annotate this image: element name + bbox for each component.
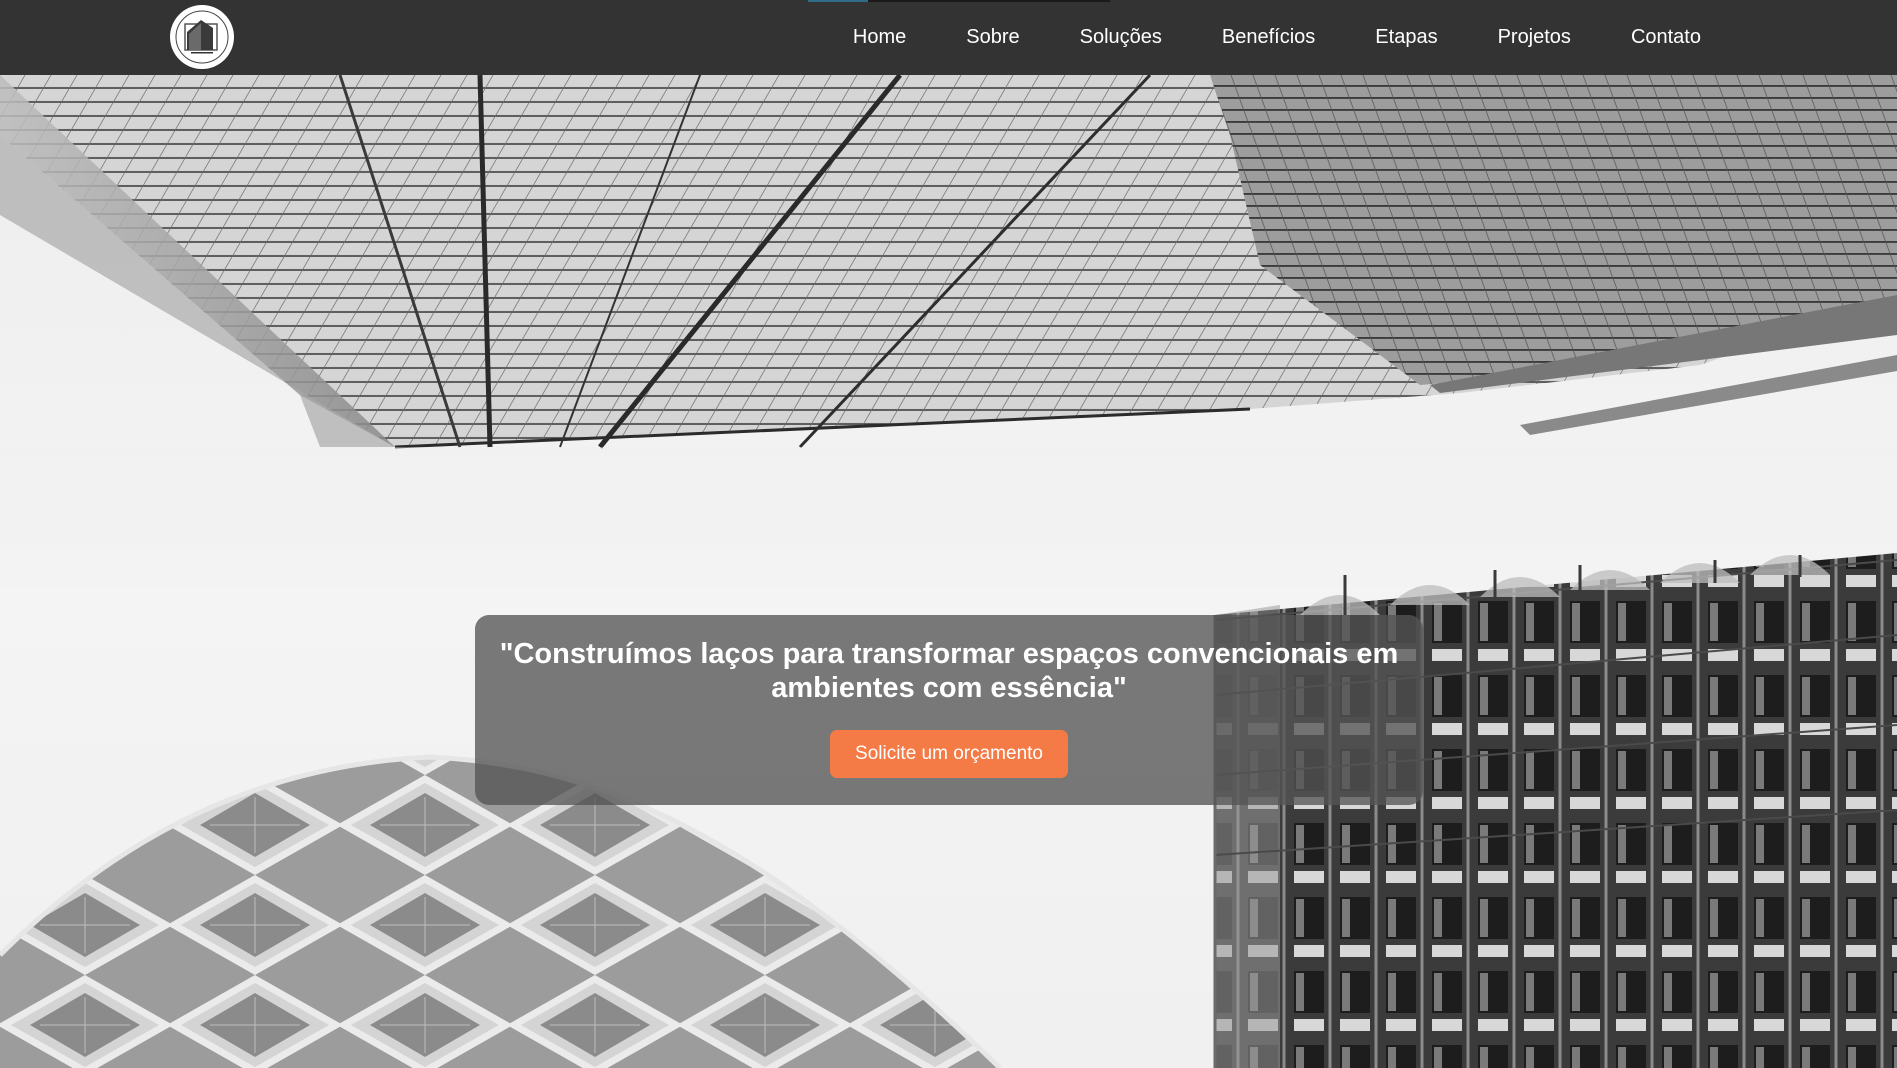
nav-link-beneficios[interactable]: Benefícios: [1192, 26, 1345, 48]
nav-item: Sobre: [936, 0, 1049, 75]
nav-link-solucoes[interactable]: Soluções: [1050, 26, 1192, 48]
navbar: Home Sobre Soluções Benefícios Etapas Projeto…: [0, 0, 1897, 75]
architecture-background-image: [0, 75, 1897, 1068]
logo[interactable]: [170, 5, 234, 69]
hero-card: "Construímos laços para transformar espa…: [475, 615, 1423, 805]
nav-item: Projetos: [1468, 0, 1601, 75]
nav-link-home[interactable]: Home: [823, 26, 936, 48]
hero-section: "Construímos laços para transformar espa…: [0, 75, 1897, 1068]
nav-link-contato[interactable]: Contato: [1601, 26, 1701, 48]
nav-item: Soluções: [1050, 0, 1192, 75]
nav-item: Contato: [1601, 0, 1701, 75]
hero-title: "Construímos laços para transformar espa…: [499, 638, 1399, 704]
nav-link-projetos[interactable]: Projetos: [1468, 26, 1601, 48]
request-quote-button[interactable]: Solicite um orçamento: [830, 730, 1068, 778]
nav-link-sobre[interactable]: Sobre: [936, 26, 1049, 48]
nav-link-etapas[interactable]: Etapas: [1345, 26, 1467, 48]
nav-item: Home: [823, 0, 936, 75]
nav-item: Etapas: [1345, 0, 1467, 75]
nav-menu: Home Sobre Soluções Benefícios Etapas Projeto…: [823, 0, 1701, 75]
house-logo-icon: [175, 10, 229, 64]
nav-item: Benefícios: [1192, 0, 1345, 75]
